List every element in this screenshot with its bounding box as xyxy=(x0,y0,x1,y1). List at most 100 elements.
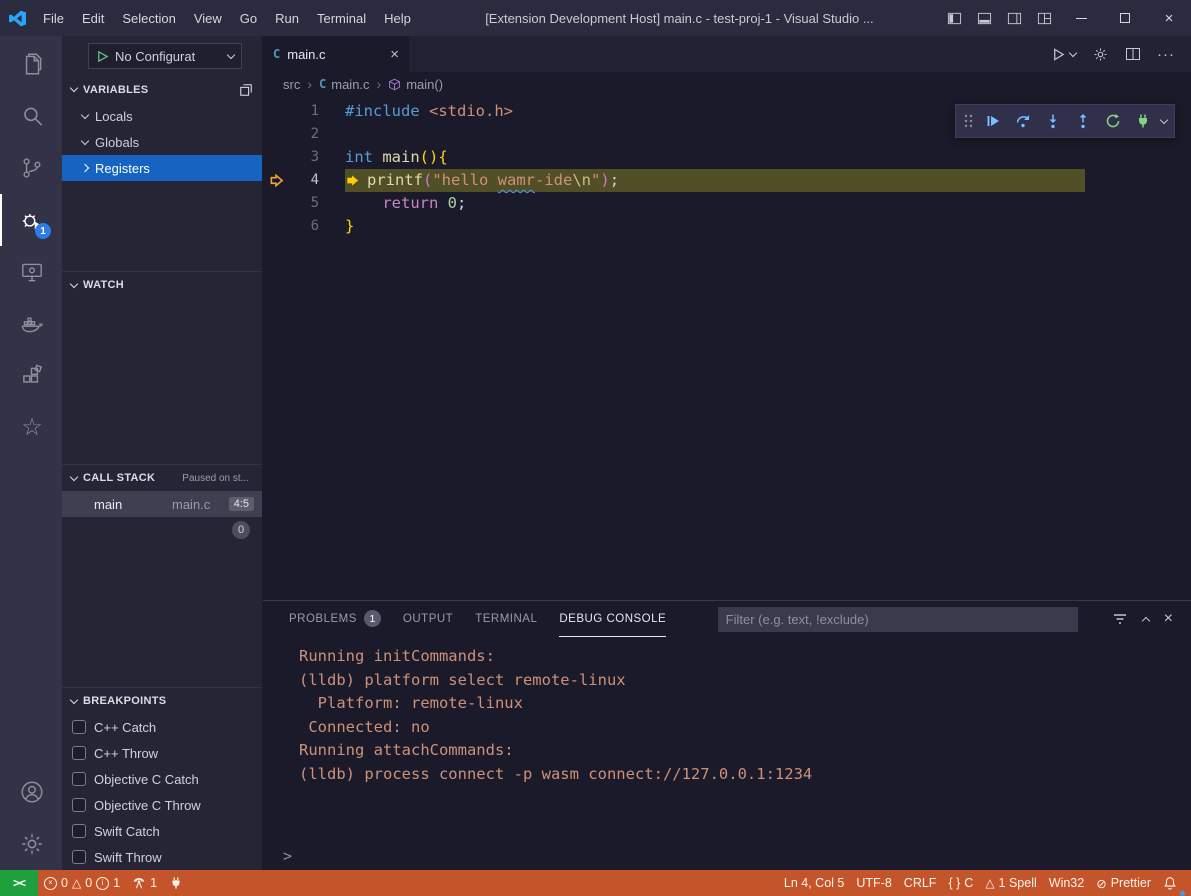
toggle-panel-icon[interactable] xyxy=(969,0,999,36)
breakpoint-checkbox[interactable] xyxy=(72,850,86,864)
chevron-right-icon: › xyxy=(377,76,382,92)
maximize-button[interactable] xyxy=(1103,0,1147,36)
notification-dot-badge xyxy=(1179,890,1186,896)
search-icon[interactable] xyxy=(0,90,62,142)
notifications-bell-icon[interactable] xyxy=(1157,870,1183,896)
remote-indicator[interactable]: >< xyxy=(0,870,38,896)
breadcrumb-file[interactable]: C main.c xyxy=(319,77,370,92)
breakpoint-checkbox[interactable] xyxy=(72,772,86,786)
toggle-secondary-sidebar-icon[interactable] xyxy=(999,0,1029,36)
tab-main-c[interactable]: C main.c × xyxy=(263,36,409,72)
accounts-icon[interactable] xyxy=(0,766,62,818)
split-editor-icon[interactable] xyxy=(1125,46,1141,62)
menu-edit[interactable]: Edit xyxy=(73,0,113,36)
toggle-sidebar-icon[interactable] xyxy=(939,0,969,36)
breakpoints-section-header[interactable]: BREAKPOINTS xyxy=(62,687,262,714)
editor-actions: ··· xyxy=(1051,36,1191,72)
extensions-icon[interactable] xyxy=(0,350,62,402)
run-or-debug-button[interactable] xyxy=(1051,47,1076,62)
breakpoint-checkbox[interactable] xyxy=(72,720,86,734)
call-stack-section-header[interactable]: CALL STACK Paused on st... xyxy=(62,464,262,491)
menu-file[interactable]: File xyxy=(34,0,73,36)
collapse-all-icon[interactable] xyxy=(239,83,253,97)
explorer-icon[interactable] xyxy=(0,38,62,90)
console-line: (lldb) platform select remote-linux xyxy=(299,669,1191,693)
more-actions-icon[interactable]: ··· xyxy=(1157,46,1175,63)
breakpoint-item[interactable]: Swift Throw xyxy=(62,844,262,870)
continue-button[interactable] xyxy=(979,108,1006,135)
console-filter-input[interactable] xyxy=(718,607,1078,632)
code-editor[interactable]: 1#include <stdio.h>23int main(){4printf(… xyxy=(263,96,1191,600)
step-out-button[interactable] xyxy=(1069,108,1096,135)
chevron-right-icon: › xyxy=(307,76,312,92)
breadcrumb-symbol[interactable]: main() xyxy=(388,77,443,92)
tab-terminal[interactable]: TERMINAL xyxy=(475,601,537,637)
chevron-down-icon xyxy=(70,84,78,92)
restart-button[interactable] xyxy=(1099,108,1126,135)
close-panel-icon[interactable]: × xyxy=(1164,610,1173,628)
run-and-debug-icon[interactable]: 1 xyxy=(0,194,62,246)
menu-view[interactable]: View xyxy=(185,0,231,36)
line-number: 1 xyxy=(289,100,319,123)
tab-output[interactable]: OUTPUT xyxy=(403,601,453,637)
step-over-button[interactable] xyxy=(1009,108,1036,135)
source-control-icon[interactable] xyxy=(0,142,62,194)
platform-status[interactable]: Win32 xyxy=(1043,870,1090,896)
customize-layout-icon[interactable] xyxy=(1029,0,1059,36)
marketplace-star-icon[interactable]: ☆ xyxy=(0,402,62,454)
callstack-count-badge: 0 xyxy=(232,521,250,539)
step-into-button[interactable] xyxy=(1039,108,1066,135)
watch-section-header[interactable]: WATCH xyxy=(62,271,262,298)
debug-session-chevron-icon[interactable] xyxy=(1160,115,1168,123)
code-line[interactable]: 3int main(){ xyxy=(263,146,1191,169)
maximize-panel-icon[interactable] xyxy=(1141,616,1149,624)
breadcrumb-src[interactable]: src xyxy=(283,77,300,92)
spell-checker-status[interactable]: △ 1 Spell xyxy=(979,870,1042,896)
language-mode[interactable]: { } C xyxy=(942,870,979,896)
gripper-icon[interactable] xyxy=(963,112,974,130)
variables-scope-registers[interactable]: Registers xyxy=(62,155,262,181)
remote-explorer-icon[interactable] xyxy=(0,246,62,298)
breakpoint-checkbox[interactable] xyxy=(72,824,86,838)
variables-scope-globals[interactable]: Globals xyxy=(62,129,262,155)
code-line[interactable]: 6} xyxy=(263,215,1191,238)
variables-section-header[interactable]: VARIABLES xyxy=(62,76,262,103)
console-input-row[interactable]: > xyxy=(263,842,1191,870)
breakpoint-item[interactable]: C++ Catch xyxy=(62,714,262,740)
menu-selection[interactable]: Selection xyxy=(113,0,184,36)
filter-icon[interactable] xyxy=(1112,611,1128,627)
debug-settings-gear-icon[interactable] xyxy=(1092,46,1109,63)
breakpoint-item[interactable]: Objective C Catch xyxy=(62,766,262,792)
problems-status[interactable]: × 0 △ 0 i 1 xyxy=(38,870,126,896)
ports-status[interactable]: 1 xyxy=(126,870,163,896)
tab-problems[interactable]: PROBLEMS 1 xyxy=(289,601,381,637)
tab-debug-console[interactable]: DEBUG CONSOLE xyxy=(559,601,666,637)
menu-go[interactable]: Go xyxy=(231,0,266,36)
callstack-frame[interactable]: main main.c 4:5 xyxy=(62,491,262,517)
breakpoint-label: C++ Catch xyxy=(94,720,156,735)
debug-session-status[interactable] xyxy=(163,870,189,896)
breakpoint-checkbox[interactable] xyxy=(72,798,86,812)
encoding[interactable]: UTF-8 xyxy=(850,870,897,896)
disconnect-button[interactable] xyxy=(1129,108,1156,135)
formatter-status[interactable]: ⊘ Prettier xyxy=(1090,870,1157,896)
breakpoint-checkbox[interactable] xyxy=(72,746,86,760)
cursor-position[interactable]: Ln 4, Col 5 xyxy=(778,870,850,896)
settings-gear-icon[interactable] xyxy=(0,818,62,870)
variables-scope-locals[interactable]: Locals xyxy=(62,103,262,129)
c-file-icon: C xyxy=(319,77,326,91)
breakpoint-item[interactable]: Swift Catch xyxy=(62,818,262,844)
breakpoint-item[interactable]: Objective C Throw xyxy=(62,792,262,818)
launch-configuration-dropdown[interactable]: No Configurat xyxy=(88,43,242,69)
close-button[interactable]: × xyxy=(1147,0,1191,36)
code-line[interactable]: 4printf("hello wamr-ide\n"); xyxy=(263,169,1191,192)
menu-help[interactable]: Help xyxy=(375,0,420,36)
close-tab-icon[interactable]: × xyxy=(390,46,399,63)
minimize-button[interactable] xyxy=(1059,0,1103,36)
menu-run[interactable]: Run xyxy=(266,0,308,36)
docker-icon[interactable] xyxy=(0,298,62,350)
eol-sequence[interactable]: CRLF xyxy=(898,870,943,896)
code-line[interactable]: 5 return 0; xyxy=(263,192,1191,215)
breakpoint-item[interactable]: C++ Throw xyxy=(62,740,262,766)
menu-terminal[interactable]: Terminal xyxy=(308,0,375,36)
